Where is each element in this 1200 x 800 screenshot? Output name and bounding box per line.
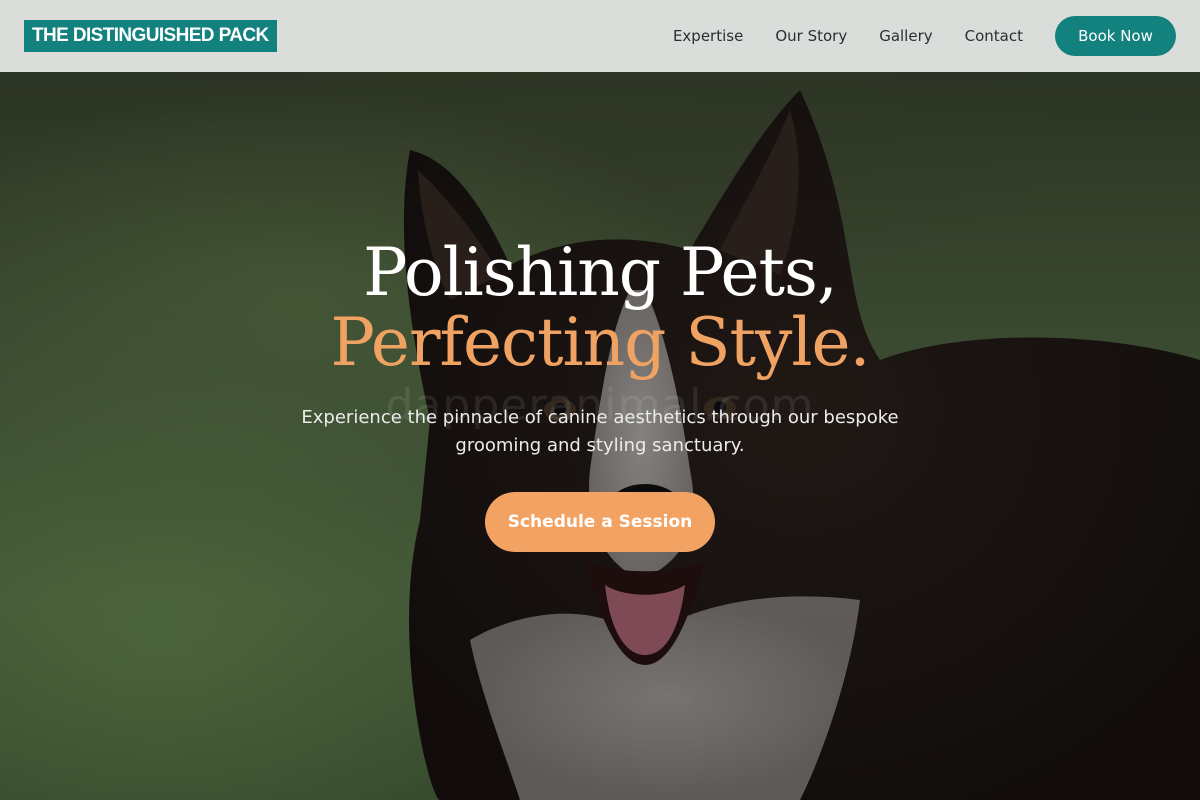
- site-header: THE DISTINGUISHED PACK Expertise Our Sto…: [0, 0, 1200, 72]
- nav-link-our-story[interactable]: Our Story: [775, 27, 847, 45]
- site-logo[interactable]: THE DISTINGUISHED PACK: [24, 20, 277, 52]
- main-nav: Expertise Our Story Gallery Contact Book…: [673, 16, 1176, 56]
- headline-line-2: Perfecting Style.: [330, 304, 870, 381]
- schedule-session-button[interactable]: Schedule a Session: [485, 492, 715, 552]
- book-now-button[interactable]: Book Now: [1055, 16, 1176, 56]
- nav-link-contact[interactable]: Contact: [965, 27, 1023, 45]
- nav-link-expertise[interactable]: Expertise: [673, 27, 743, 45]
- page: THE DISTINGUISHED PACK Expertise Our Sto…: [0, 0, 1200, 800]
- hero-subtext: Experience the pinnacle of canine aesthe…: [301, 407, 899, 456]
- hero-section: dapperanimal.com Polishing Pets, Perfect…: [0, 238, 1200, 552]
- hero-headline: Polishing Pets, Perfecting Style.: [0, 238, 1200, 378]
- nav-link-gallery[interactable]: Gallery: [879, 27, 932, 45]
- headline-line-1: Polishing Pets,: [363, 234, 838, 311]
